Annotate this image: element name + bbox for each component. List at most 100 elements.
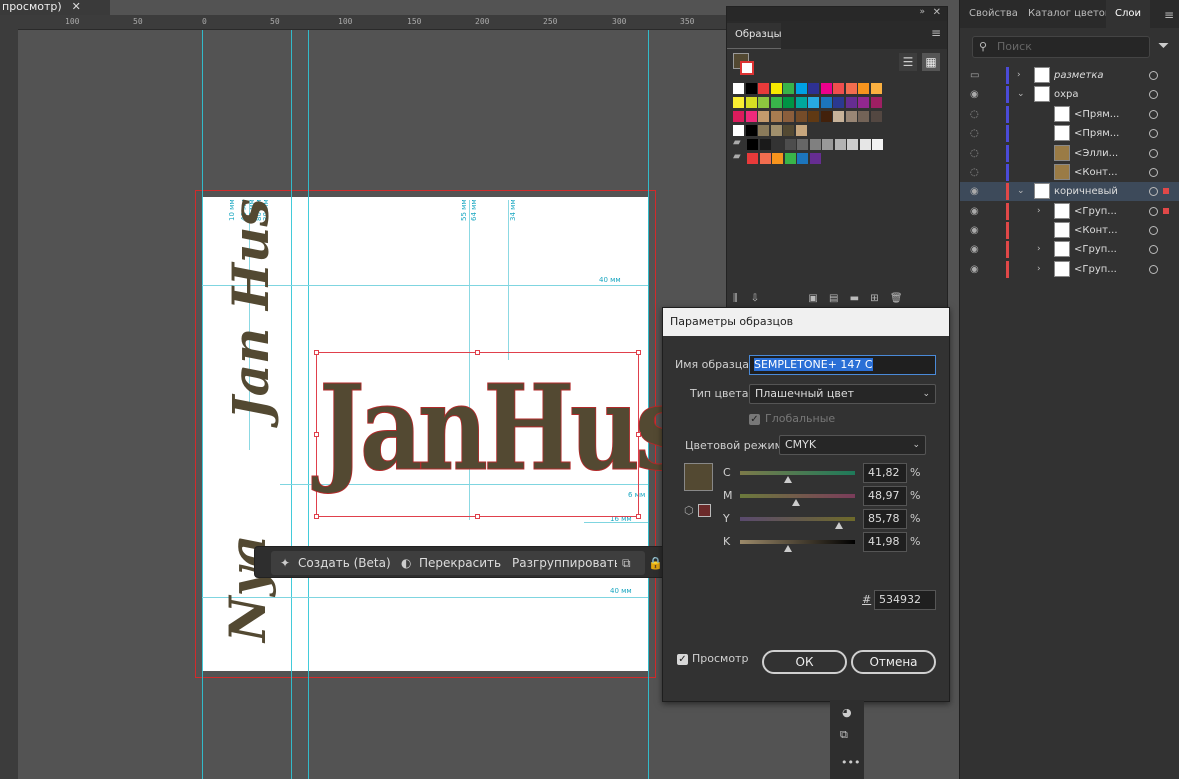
chevron-down-icon[interactable]: ⌄ [1017, 182, 1025, 201]
close-icon[interactable]: ✕ [933, 7, 941, 18]
target-icon[interactable] [1149, 168, 1158, 177]
swatch-cell[interactable] [809, 153, 821, 164]
swatch-cell[interactable] [870, 83, 882, 94]
resize-handle[interactable] [636, 514, 641, 519]
swatch-cell[interactable] [820, 83, 832, 94]
selected-logo-group[interactable]: JanHus [314, 350, 690, 519]
swatch-cell[interactable] [745, 125, 757, 136]
create-beta-button[interactable]: ✦ Создать (Beta) [271, 551, 400, 575]
document-tab[interactable]: просмотр) ✕ [0, 0, 110, 15]
resize-handle[interactable] [636, 432, 641, 437]
visibility-eye-icon[interactable]: ◉ [970, 221, 979, 240]
swatch-cell[interactable] [795, 97, 807, 108]
swatch-cell[interactable] [733, 97, 744, 108]
layer-row[interactable]: ◉ › <Груп... [960, 260, 1179, 279]
swatch-cell[interactable] [759, 153, 771, 164]
color-mode-select[interactable]: CMYK ⌄ [779, 435, 926, 455]
swatch-cell[interactable] [733, 125, 744, 136]
tab-layers[interactable]: Слои [1106, 0, 1150, 28]
recolor-button[interactable]: ◐ Перекрасить [392, 551, 511, 575]
out-of-gamut-icon[interactable]: ⬡ [684, 504, 694, 517]
swatch-cell[interactable] [759, 139, 771, 150]
color-type-select[interactable]: Плашечный цвет ⌄ [749, 384, 936, 404]
swatch-cell[interactable] [872, 139, 883, 150]
swatch-cell[interactable] [758, 97, 769, 108]
swatch-options-icon[interactable]: ▤ [829, 293, 838, 304]
channel-slider[interactable] [740, 471, 855, 475]
swatch-cell[interactable] [745, 83, 757, 94]
chevron-right-icon[interactable]: › [1037, 202, 1041, 221]
more-tools-icon[interactable]: ••• [841, 756, 860, 769]
swatch-cell[interactable] [870, 111, 882, 122]
resize-handle[interactable] [475, 350, 480, 355]
swatch-cell[interactable] [797, 139, 808, 150]
swatch-cell[interactable] [770, 97, 782, 108]
swatch-cell[interactable] [795, 125, 807, 136]
swatch-cell[interactable] [858, 111, 869, 122]
panel-menu-icon[interactable]: ≡ [931, 26, 941, 40]
resize-handle[interactable] [475, 514, 480, 519]
resize-handle[interactable] [636, 350, 641, 355]
swatch-cell[interactable] [845, 97, 857, 108]
visibility-eye-icon[interactable]: ◉ [970, 85, 979, 104]
channel-value-input[interactable]: 41,98 [863, 532, 907, 552]
global-checkbox[interactable]: ✓ [749, 414, 760, 425]
swatch-cell[interactable] [847, 139, 858, 150]
swatch-cell[interactable] [758, 125, 769, 136]
ungroup-button[interactable]: Разгруппировать [503, 551, 630, 575]
visibility-eye-icon[interactable]: ◉ [970, 182, 979, 201]
visibility-eye-icon[interactable]: ◌ [970, 105, 979, 124]
shape-builder-icon[interactable]: ◕ [842, 706, 852, 719]
swatch-cell[interactable] [745, 111, 757, 122]
swatch-cell[interactable] [820, 111, 832, 122]
swatch-cell[interactable] [809, 139, 821, 150]
tab-color-catalog[interactable]: Каталог цветов [1019, 0, 1120, 28]
swatch-cell[interactable] [747, 153, 758, 164]
swatch-cell[interactable] [797, 153, 808, 164]
slider-thumb[interactable] [792, 499, 801, 506]
swatch-cell[interactable] [833, 111, 844, 122]
swatch-cell[interactable] [795, 83, 807, 94]
swatch-cell[interactable] [822, 139, 833, 150]
duplicate-button[interactable]: ⧉ [617, 551, 645, 575]
channel-value-input[interactable]: 85,78 [863, 509, 907, 529]
chevron-down-icon[interactable]: ⌄ [1017, 85, 1025, 104]
target-icon[interactable] [1149, 71, 1158, 80]
panel-menu-icon[interactable]: ≡ [1164, 8, 1174, 22]
tab-swatches[interactable]: Образцы [727, 23, 782, 49]
collapse-icon[interactable]: » [919, 7, 925, 17]
target-icon[interactable] [1149, 149, 1158, 158]
swatch-cell[interactable] [784, 153, 796, 164]
swatch-cell[interactable] [770, 125, 782, 136]
target-icon[interactable] [1149, 226, 1158, 235]
target-icon[interactable] [1149, 129, 1158, 138]
resize-handle[interactable] [314, 350, 319, 355]
guide-line[interactable] [308, 30, 309, 779]
chevron-right-icon[interactable]: › [1037, 240, 1041, 259]
swatch-cell[interactable] [758, 111, 769, 122]
swatch-cell[interactable] [808, 97, 819, 108]
swatch-cell[interactable] [858, 83, 869, 94]
swatch-cell[interactable] [783, 125, 794, 136]
resize-handle[interactable] [314, 514, 319, 519]
show-kinds-icon[interactable]: ▣ [808, 293, 817, 304]
visibility-eye-icon[interactable]: ◉ [970, 202, 979, 221]
swatch-cell[interactable] [733, 83, 744, 94]
layer-row[interactable]: ◌ <Элли... [960, 144, 1179, 163]
grid-view-icon[interactable]: ▦ [922, 53, 940, 71]
swatch-cell[interactable] [833, 97, 844, 108]
swatch-cell[interactable] [845, 83, 857, 94]
visibility-eye-icon[interactable]: ▭ [970, 66, 979, 85]
slider-thumb[interactable] [834, 522, 843, 529]
web-safe-swatch[interactable] [698, 504, 711, 517]
channel-slider[interactable] [740, 494, 855, 498]
target-icon[interactable] [1149, 110, 1158, 119]
layer-row[interactable]: ◉ › <Груп... [960, 202, 1179, 221]
delete-swatch-icon[interactable]: 🗑 [890, 293, 903, 304]
layer-row[interactable]: ◉ ⌄ охра [960, 85, 1179, 104]
target-icon[interactable] [1149, 207, 1158, 216]
channel-value-input[interactable]: 41,82 [863, 463, 907, 483]
tab-properties[interactable]: Свойства [960, 0, 1027, 28]
swatch-cell[interactable] [784, 139, 796, 150]
swatch-cell[interactable] [845, 111, 857, 122]
